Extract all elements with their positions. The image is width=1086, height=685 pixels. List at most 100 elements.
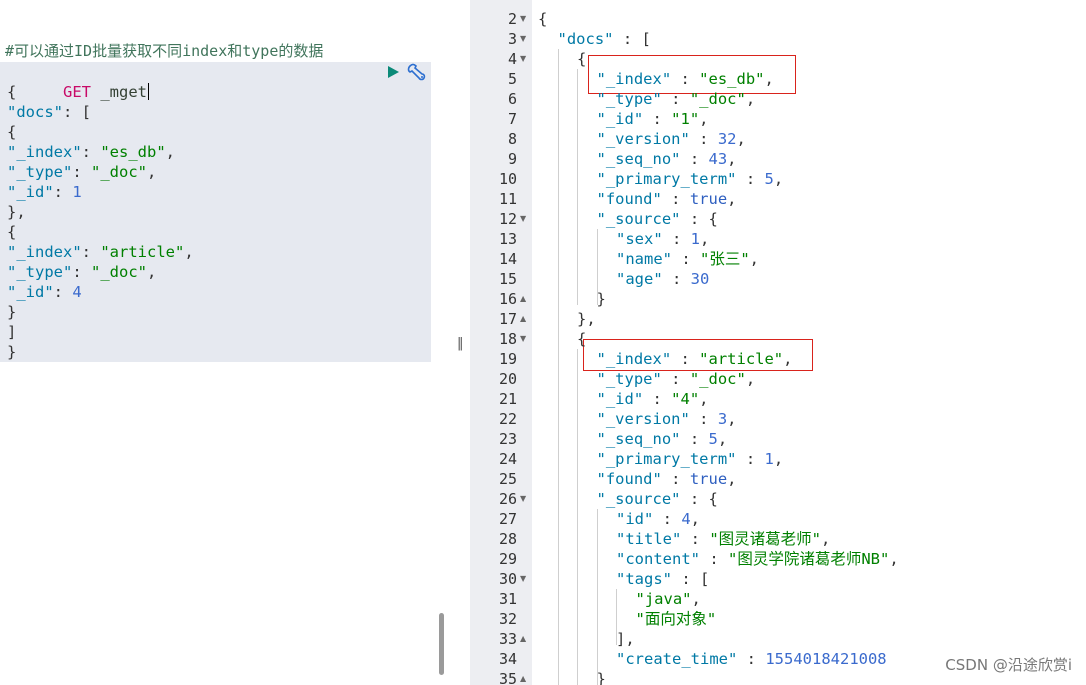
indent-guide (577, 69, 578, 305)
response-line: { (577, 49, 586, 69)
json-key: "_id" (596, 390, 644, 408)
request-comment: #可以通过ID批量获取不同index和type的数据 (5, 42, 324, 60)
json-punct: : { (680, 210, 718, 228)
json-punct: : (671, 70, 700, 88)
response-viewer[interactable]: 2 ▼{3 ▼ "docs" : [4 ▼{5 "_index" : "es_db", 6 "… (470, 0, 1086, 685)
response-line: "title" : "图灵诸葛老师", (616, 529, 830, 549)
line-number: 16 (498, 290, 517, 308)
request-body-line[interactable]: ] (7, 322, 16, 342)
request-body-line[interactable]: "_index": "article", (7, 242, 194, 262)
request-body-line[interactable]: "_type": "_doc", (7, 162, 156, 182)
request-editor[interactable]: #可以通过ID批量获取不同index和type的数据 GET _mget {"d… (0, 0, 452, 685)
request-body-line[interactable]: "docs": [ (7, 102, 91, 122)
json-punct: : (662, 230, 691, 248)
scrollbar[interactable] (439, 613, 444, 675)
json-punct: { (577, 330, 587, 348)
request-body-line[interactable]: } (7, 342, 16, 362)
request-body-line[interactable]: { (7, 82, 16, 102)
request-body-line[interactable]: "_type": "_doc", (7, 262, 156, 282)
json-string: "java" (635, 590, 692, 608)
json-punct: : (661, 470, 690, 488)
json-punct: : (643, 110, 672, 128)
json-punct: : (661, 190, 690, 208)
active-request-block[interactable]: GET _mget {"docs": [{"_index": "es_db", "… (0, 62, 431, 362)
fold-collapse-icon[interactable]: ▼ (520, 569, 530, 589)
json-punct: , (691, 590, 701, 608)
play-icon[interactable] (386, 65, 400, 79)
json-string: "图灵学院诸葛老师NB" (728, 550, 890, 568)
json-punct: : [ (672, 570, 710, 588)
json-punct: , (745, 370, 756, 388)
json-punct: , (690, 510, 701, 528)
line-number: 23 (498, 430, 517, 448)
line-number: 24 (498, 450, 517, 468)
request-body-line[interactable]: } (7, 302, 16, 322)
json-number: 30 (690, 270, 710, 288)
json-string: "_doc" (91, 163, 147, 181)
json-punct: : (700, 550, 728, 568)
json-key: "docs" (557, 30, 614, 48)
fold-expand-icon[interactable]: ▲ (520, 629, 530, 649)
json-punct: { (7, 83, 17, 101)
json-punct: : (72, 163, 91, 181)
line-number: 7 (507, 110, 517, 128)
line-number: 29 (498, 550, 517, 568)
json-punct: , (821, 530, 831, 548)
request-body-line[interactable]: "_id": 4 (7, 282, 82, 302)
response-line: "_version" : 32, (597, 129, 746, 149)
json-key: "_index" (596, 350, 672, 368)
fold-collapse-icon[interactable]: ▼ (520, 329, 530, 349)
json-punct: }, (7, 203, 26, 221)
response-line: "_id" : "1", (597, 109, 709, 129)
json-key: "sex" (616, 230, 663, 248)
json-punct: , (727, 470, 737, 488)
json-punct: , (773, 170, 784, 188)
json-punct: } (7, 303, 17, 321)
request-line[interactable]: GET _mget (7, 62, 150, 101)
json-punct: , (727, 150, 737, 168)
json-key: "_version" (596, 130, 690, 148)
fold-expand-icon[interactable]: ▲ (520, 289, 530, 309)
line-number: 32 (498, 610, 517, 628)
fold-expand-icon[interactable]: ▲ (520, 669, 530, 685)
line-number: 19 (498, 350, 517, 368)
json-punct: : (689, 410, 718, 428)
request-body-line[interactable]: { (7, 222, 16, 242)
json-punct: : (671, 350, 700, 368)
fold-collapse-icon[interactable]: ▼ (520, 9, 530, 29)
request-body-line[interactable]: "_id": 1 (7, 182, 82, 202)
json-string: "_doc" (689, 90, 746, 108)
line-number: 4 (507, 50, 517, 68)
wrench-icon[interactable] (406, 63, 428, 82)
fold-collapse-icon[interactable]: ▼ (520, 49, 530, 69)
json-punct: , (749, 250, 760, 268)
json-number: 3 (717, 410, 728, 428)
resizer-grip-icon[interactable]: ‖ (457, 337, 465, 351)
json-string: "面向对象" (635, 610, 717, 628)
json-punct: , (147, 163, 157, 181)
json-punct: : (653, 510, 682, 528)
json-punct: } (7, 343, 17, 361)
fold-collapse-icon[interactable]: ▼ (520, 209, 530, 229)
request-body-line[interactable]: "_index": "es_db", (7, 142, 175, 162)
json-punct: , (736, 130, 746, 148)
json-key: "_source" (596, 490, 681, 508)
indent-guide (558, 49, 559, 685)
response-line: { (577, 329, 586, 349)
response-line: "tags" : [ (616, 569, 709, 589)
line-number: 3 (507, 30, 517, 48)
line-number: 26 (498, 490, 517, 508)
json-key: "_type" (7, 163, 73, 181)
fold-collapse-icon[interactable]: ▼ (520, 29, 530, 49)
indent-guide (616, 589, 617, 645)
fold-expand-icon[interactable]: ▲ (520, 309, 530, 329)
request-body-line[interactable]: }, (7, 202, 26, 222)
request-body-line[interactable]: { (7, 122, 16, 142)
line-number: 27 (498, 510, 517, 528)
fold-collapse-icon[interactable]: ▼ (520, 489, 530, 509)
json-punct: }, (577, 310, 596, 328)
json-punct: , (184, 243, 194, 261)
json-punct: , (764, 70, 774, 88)
json-punct: , (699, 110, 709, 128)
response-line: "found" : true, (597, 469, 737, 489)
